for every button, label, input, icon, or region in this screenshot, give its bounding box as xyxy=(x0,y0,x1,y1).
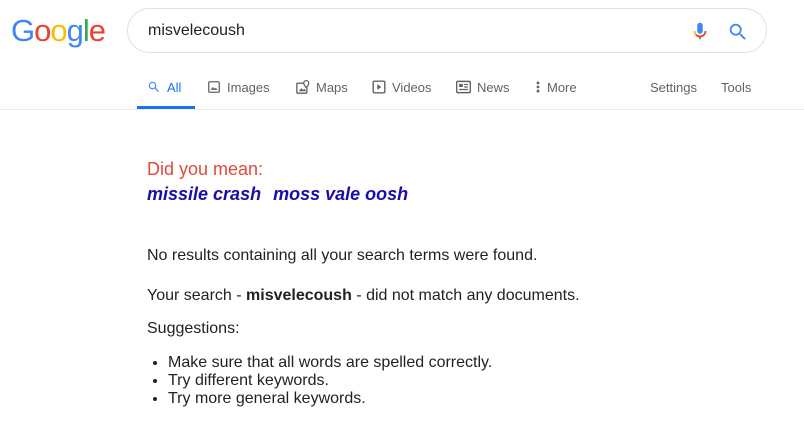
your-search-prefix: Your search - xyxy=(147,287,247,304)
tab-label: Images xyxy=(227,79,270,95)
search-icon xyxy=(148,81,159,92)
search-box[interactable] xyxy=(127,8,767,53)
suggestion-link[interactable]: moss vale oosh xyxy=(273,184,408,204)
logo-letter: e xyxy=(88,13,106,48)
logo-letter: g xyxy=(66,13,84,48)
list-item: Try more general keywords. xyxy=(168,390,492,408)
tab-images[interactable]: Images xyxy=(207,66,270,108)
logo-letter: o xyxy=(50,13,67,48)
image-icon xyxy=(208,81,220,93)
your-search-suffix: - did not match any documents. xyxy=(351,287,580,304)
search-tabs: All Images Maps Videos News More Setting… xyxy=(0,66,804,110)
your-search-term: misvelecoush xyxy=(246,287,352,304)
suggestions-title: Suggestions: xyxy=(147,320,240,337)
header-divider xyxy=(0,109,804,110)
no-results-message: No results containing all your search te… xyxy=(147,247,538,264)
tab-all[interactable]: All xyxy=(147,66,181,108)
tab-label: All xyxy=(167,79,182,95)
list-item: Make sure that all words are spelled cor… xyxy=(168,354,492,372)
tab-more[interactable]: More xyxy=(535,66,577,108)
google-logo[interactable]: Google xyxy=(11,13,106,49)
more-vertical-icon xyxy=(536,81,540,93)
tab-label: More xyxy=(547,79,577,95)
suggestion-link[interactable]: missile crash xyxy=(147,184,261,204)
did-you-mean-label: Did you mean: xyxy=(147,159,264,179)
tools-link[interactable]: Tools xyxy=(721,66,751,108)
settings-link[interactable]: Settings xyxy=(650,66,697,108)
tab-label: Maps xyxy=(316,79,348,95)
mic-icon[interactable] xyxy=(689,20,711,42)
news-icon xyxy=(456,80,471,94)
tab-label: News xyxy=(477,79,510,95)
logo-letter: o xyxy=(34,13,51,48)
search-icon[interactable] xyxy=(727,21,749,43)
did-you-mean-suggestions: missile crash moss vale oosh xyxy=(147,184,408,205)
map-icon xyxy=(296,79,310,94)
logo-letter: G xyxy=(11,13,35,48)
tab-label: Videos xyxy=(392,79,432,95)
tab-videos[interactable]: Videos xyxy=(372,66,432,108)
search-input[interactable] xyxy=(148,20,648,42)
tab-maps[interactable]: Maps xyxy=(295,66,348,108)
your-search-message: Your search - misvelecoush - did not mat… xyxy=(147,287,580,305)
suggestions-list: Make sure that all words are spelled cor… xyxy=(147,354,492,408)
list-item: Try different keywords. xyxy=(168,372,492,390)
play-icon xyxy=(372,80,386,94)
tab-news[interactable]: News xyxy=(456,66,510,108)
